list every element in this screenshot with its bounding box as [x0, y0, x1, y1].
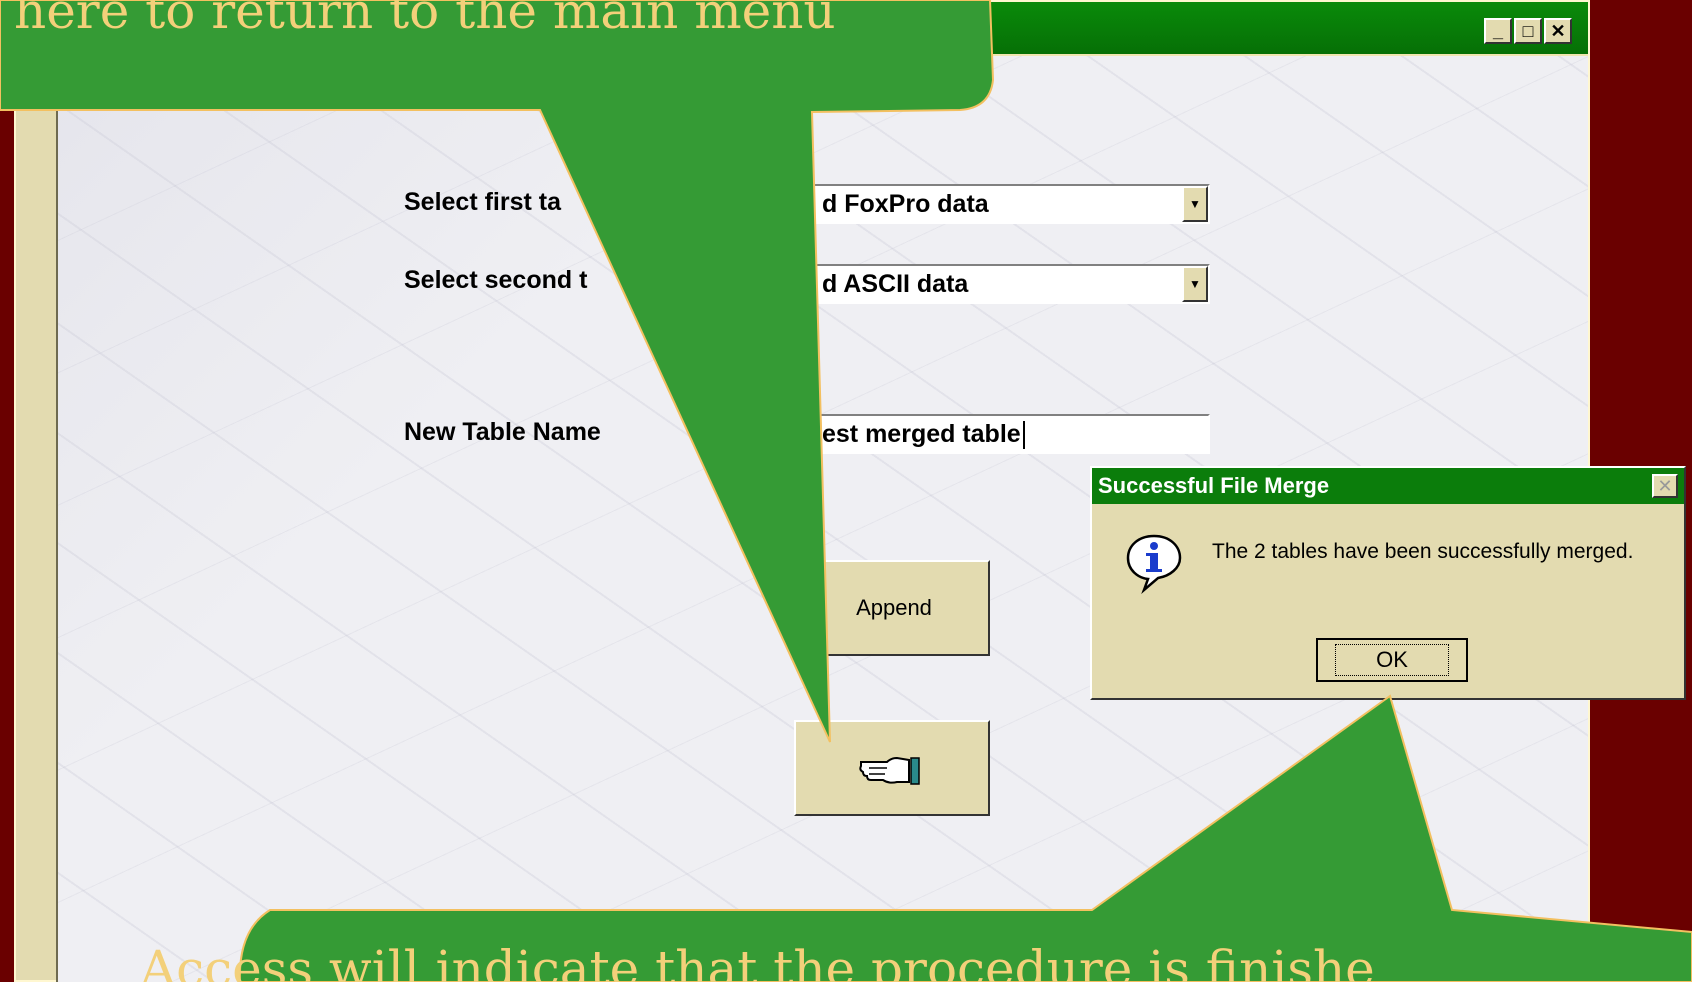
dialog-message: The 2 tables have been successfully merg…	[1212, 540, 1634, 563]
return-main-menu-button[interactable]	[794, 720, 990, 816]
pointing-hand-icon	[859, 756, 920, 785]
text-caret	[1022, 421, 1025, 450]
first-table-value: d FoxPro data	[822, 190, 989, 218]
dialog-title: Successful File Merge	[1092, 468, 1684, 504]
second-table-value: d ASCII data	[822, 270, 969, 298]
close-button[interactable]: ✕	[1544, 18, 1572, 44]
ok-button[interactable]: OK	[1316, 638, 1468, 682]
new-table-name-label: New Table Name	[404, 418, 601, 446]
ok-button-label: OK	[1335, 644, 1449, 676]
new-table-name-input[interactable]: est merged table	[812, 414, 1210, 454]
chevron-down-icon[interactable]: ▼	[1182, 266, 1208, 302]
second-table-label: Select second t	[404, 266, 588, 294]
top-callout-text: here to return to the main menu	[14, 0, 836, 40]
left-edge	[0, 0, 14, 982]
new-table-name-value: est merged table	[822, 420, 1021, 448]
minimize-button[interactable]: _	[1484, 18, 1512, 44]
append-button[interactable]: Append	[798, 560, 990, 656]
first-table-label: Select first ta	[404, 188, 562, 216]
maximize-button[interactable]: □	[1514, 18, 1542, 44]
append-button-label: Append	[856, 595, 932, 620]
info-icon	[1126, 534, 1182, 594]
window-controls: _ □ ✕	[1484, 18, 1572, 44]
first-table-combo[interactable]: d FoxPro data ▼	[812, 184, 1210, 224]
chevron-down-icon[interactable]: ▼	[1182, 186, 1208, 222]
dialog-close-icon[interactable]: ✕	[1652, 474, 1678, 498]
merge-message-dialog: Successful File Merge ✕ The 2 tables hav…	[1090, 466, 1686, 700]
bottom-callout-text: Access will indicate that the procedure …	[140, 940, 1375, 982]
stage: _ □ ✕ Select first ta d FoxPro data ▼ Se…	[0, 0, 1692, 982]
second-table-combo[interactable]: d ASCII data ▼	[812, 264, 1210, 304]
